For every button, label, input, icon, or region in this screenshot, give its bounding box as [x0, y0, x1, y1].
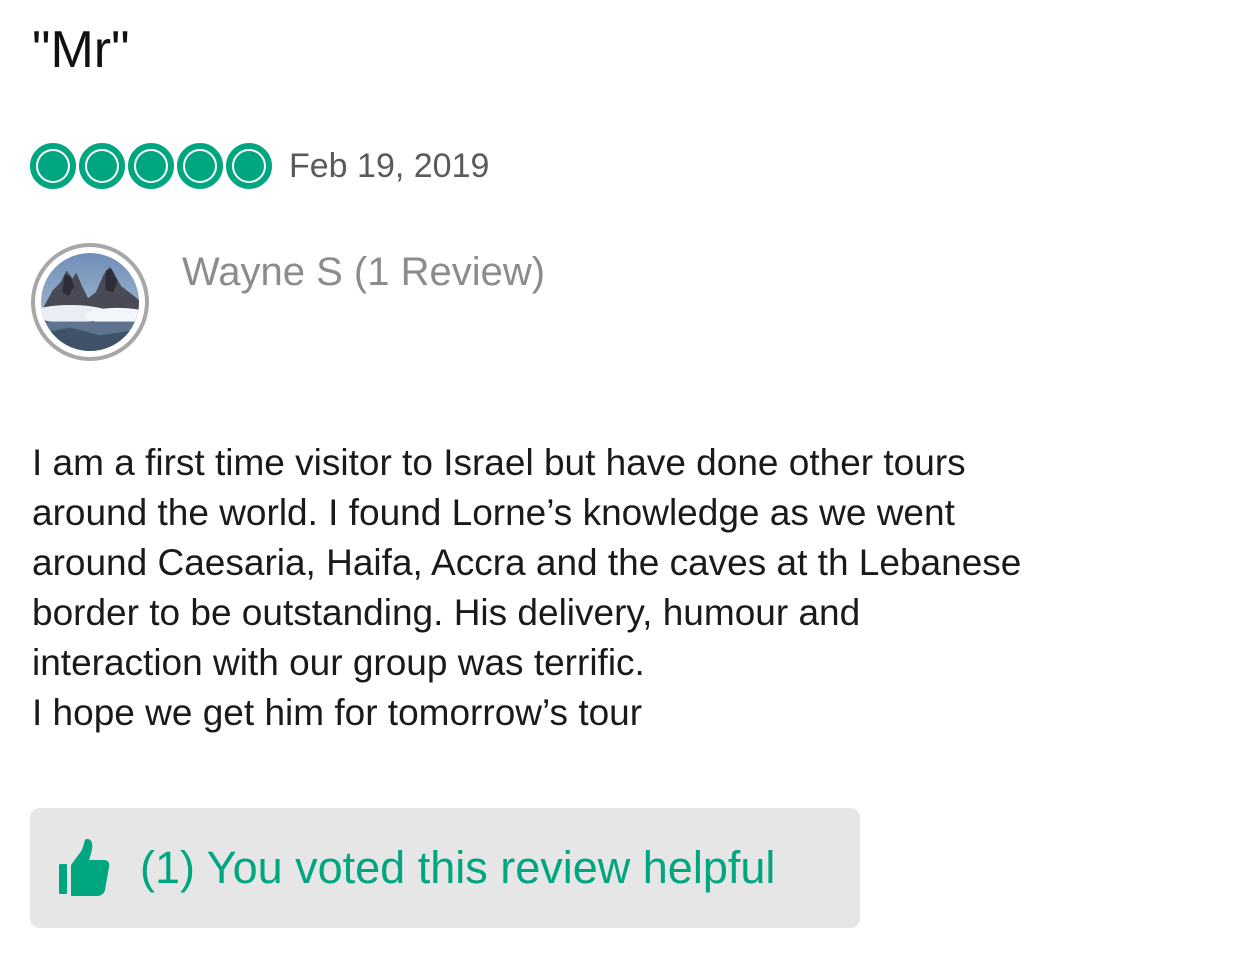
review-date: Feb 19, 2019	[289, 146, 490, 185]
rating-bubble-icon	[177, 143, 223, 189]
rating-bubble-icon	[79, 143, 125, 189]
thumbs-up-icon	[59, 839, 110, 896]
mountain-photo-avatar-icon	[41, 253, 139, 351]
helpful-vote-button[interactable]: (1) You voted this review helpful	[30, 808, 860, 928]
rating-bubble-icon	[30, 143, 76, 189]
avatar[interactable]	[31, 243, 149, 361]
rating-row: Feb 19, 2019	[30, 136, 489, 196]
helpful-vote-label: (1) You voted this review helpful	[140, 842, 776, 893]
review-title: "Mr"	[32, 21, 130, 79]
reviewer-name[interactable]: Wayne S (1 Review)	[182, 248, 545, 296]
rating-bubbles	[30, 143, 275, 189]
review-body: I am a first time visitor to Israel but …	[32, 442, 1022, 733]
rating-bubble-icon	[226, 143, 272, 189]
rating-bubble-icon	[128, 143, 174, 189]
